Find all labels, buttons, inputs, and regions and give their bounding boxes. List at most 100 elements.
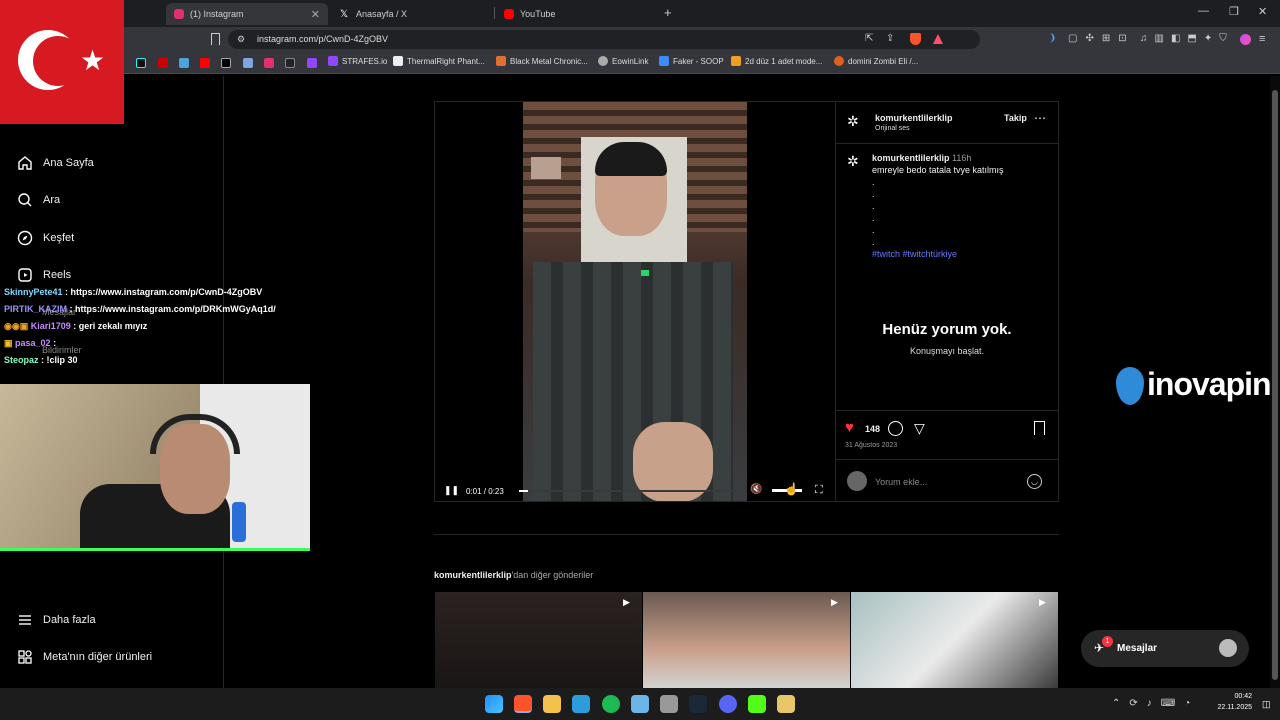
discord-icon[interactable] — [719, 695, 737, 713]
tab-x[interactable]: 𝕏 Anasayfa / X — [332, 3, 492, 25]
sidebar-item-search[interactable]: Ara — [16, 191, 60, 208]
grid-post[interactable] — [435, 592, 642, 688]
chat-line: ◉◉▣ Kiari1709 : geri zekalı mıyız — [4, 321, 148, 331]
twitch-bookmark-icon[interactable] — [307, 58, 317, 68]
page-scrollbar[interactable] — [1270, 76, 1280, 688]
photos-icon[interactable] — [572, 695, 590, 713]
hashtags-link[interactable]: #twitch #twitchtürkiye — [872, 249, 957, 259]
bookmark-4[interactable]: Faker - SOOP — [659, 56, 724, 66]
share-icon[interactable]: ⇪ — [886, 33, 894, 44]
video-progress-fill — [519, 490, 529, 492]
sidebar-item-more[interactable]: Daha fazla — [16, 611, 96, 628]
more-options-icon[interactable]: ⋯ — [1034, 111, 1046, 125]
comment-input[interactable]: Yorum ekle... — [875, 477, 927, 487]
bookmark-icon[interactable] — [211, 33, 220, 45]
sidebar-item-explore[interactable]: Keşfet — [16, 229, 74, 246]
bookmark-5[interactable]: 2d düz 1 adet mode... — [731, 56, 822, 66]
post-age: 116h — [952, 153, 972, 163]
audio-label[interactable]: Orijinal ses — [875, 125, 910, 132]
author-name[interactable]: komurkentlilerklip — [875, 113, 953, 123]
compass-icon — [16, 229, 33, 246]
sidebar-item-reels[interactable]: Reels — [16, 266, 71, 283]
bookmark-l-icon[interactable] — [179, 58, 189, 68]
video-player[interactable]: ✕ — [523, 102, 747, 501]
youtube-icon — [504, 9, 514, 19]
grid-post[interactable] — [643, 592, 850, 688]
tab-instagram[interactable]: (1) Instagram ✕ — [166, 3, 328, 25]
bookmark-red-icon[interactable] — [158, 58, 168, 68]
bookmark-6[interactable]: domini Zombi Eli /... — [834, 56, 918, 66]
notification-icon[interactable]: ◫ — [1262, 699, 1271, 710]
volume-icon[interactable]: 🔇 — [750, 484, 762, 495]
youtube-bookmark-icon[interactable] — [200, 58, 210, 68]
close-tab-icon[interactable]: ✕ — [311, 8, 320, 21]
reel-icon: ▶ — [831, 597, 838, 607]
chat-line: SkinnyPete41 : https://www.instagram.com… — [4, 287, 263, 297]
audio-icon[interactable]: ❩ — [1048, 33, 1056, 44]
toolbar-icons[interactable]: ♫▥◧⬒✦⛉ — [1140, 33, 1234, 44]
caption-author[interactable]: komurkentlilerklip — [872, 153, 950, 163]
sidebar-item-home[interactable]: Ana Sayfa — [16, 154, 94, 171]
save-icon[interactable] — [1034, 421, 1045, 435]
start-icon[interactable] — [485, 695, 503, 713]
sidebar-item-label: Meta'nın diğer ürünleri — [43, 650, 153, 663]
post-date[interactable]: 31 Ağustos 2023 — [845, 442, 897, 449]
bookmark-2[interactable]: Black Metal Chronic... — [496, 56, 588, 66]
extensions-icons[interactable]: ▢✣⊞⊡ — [1068, 33, 1135, 44]
search-icon — [16, 191, 33, 208]
app-icon[interactable] — [777, 695, 795, 713]
author-avatar[interactable]: ✲ — [847, 113, 865, 131]
clock-date[interactable]: 22.11.2025 — [1210, 704, 1252, 711]
tiktok-icon[interactable] — [136, 58, 146, 68]
tray-icons[interactable]: ⌃⟳♪⌨◔ — [1112, 698, 1199, 709]
like-heart-icon[interactable]: ♥ — [845, 419, 854, 436]
brave-rewards-icon[interactable] — [933, 34, 943, 44]
brave-shield-icon[interactable] — [910, 33, 921, 45]
share-icon[interactable]: ▽ — [914, 420, 925, 437]
tab-youtube[interactable]: YouTube — [496, 3, 656, 25]
bookmark-grid-icon[interactable] — [243, 58, 253, 68]
minimize-button[interactable]: — — [1198, 5, 1209, 17]
url-input[interactable]: instagram.com/p/CwnD-4ZgOBV — [257, 34, 388, 44]
explorer-icon[interactable] — [543, 695, 561, 713]
kr-bookmark-icon[interactable] — [285, 58, 295, 68]
open-external-icon[interactable]: ⇱ — [865, 33, 873, 44]
tab-label: (1) Instagram — [190, 9, 244, 19]
follow-button[interactable]: Takip — [1004, 113, 1027, 123]
site-info-icon[interactable]: ⚙ — [237, 34, 245, 45]
sidebar-item-label: Keşfet — [43, 231, 75, 244]
instagram-bookmark-icon[interactable] — [264, 58, 274, 68]
emoji-icon[interactable]: ◡ — [1027, 474, 1042, 489]
brave-taskbar-icon[interactable] — [514, 695, 532, 713]
spotify-icon[interactable] — [602, 695, 620, 713]
menu-icon[interactable]: ≡ — [1259, 33, 1265, 45]
restore-button[interactable]: ❐ — [1229, 5, 1239, 18]
sidebar-divider — [223, 76, 224, 688]
caption-avatar[interactable]: ✲ — [847, 153, 859, 170]
more-posts-user[interactable]: komurkentlilerklip — [434, 570, 512, 580]
like-count[interactable]: 148 — [865, 424, 880, 434]
bookmark-3[interactable]: EowinLink — [598, 56, 648, 66]
grid-post[interactable] — [851, 592, 1058, 688]
close-window-button[interactable]: ✕ — [1258, 5, 1267, 18]
app-icon[interactable] — [631, 695, 649, 713]
reels-icon — [16, 266, 33, 283]
comment-icon[interactable] — [888, 421, 903, 436]
home-icon — [16, 154, 33, 171]
clock-time[interactable]: 00:42 — [1210, 693, 1252, 700]
kick-icon[interactable] — [748, 695, 766, 713]
bookmark-0[interactable]: STRAFES.io — [328, 56, 387, 66]
profile-icon[interactable] — [1240, 34, 1251, 45]
inovapin-logo — [1116, 367, 1144, 405]
pause-button[interactable]: ❚❚ — [444, 485, 459, 496]
steam-icon[interactable] — [689, 695, 707, 713]
video-progress-track[interactable] — [519, 490, 739, 492]
new-tab-button[interactable]: + — [664, 5, 672, 20]
app-icon[interactable] — [660, 695, 678, 713]
stream-chat: SkinnyPete41 : https://www.instagram.com… — [4, 284, 276, 369]
bookmark-1[interactable]: ThermalRight Phant... — [393, 56, 485, 66]
x-bookmark-icon[interactable] — [221, 58, 231, 68]
fullscreen-icon[interactable]: ⛶ — [815, 484, 823, 497]
caption-dot: . — [872, 225, 875, 235]
sidebar-item-meta[interactable]: Meta'nın diğer ürünleri — [16, 648, 152, 665]
